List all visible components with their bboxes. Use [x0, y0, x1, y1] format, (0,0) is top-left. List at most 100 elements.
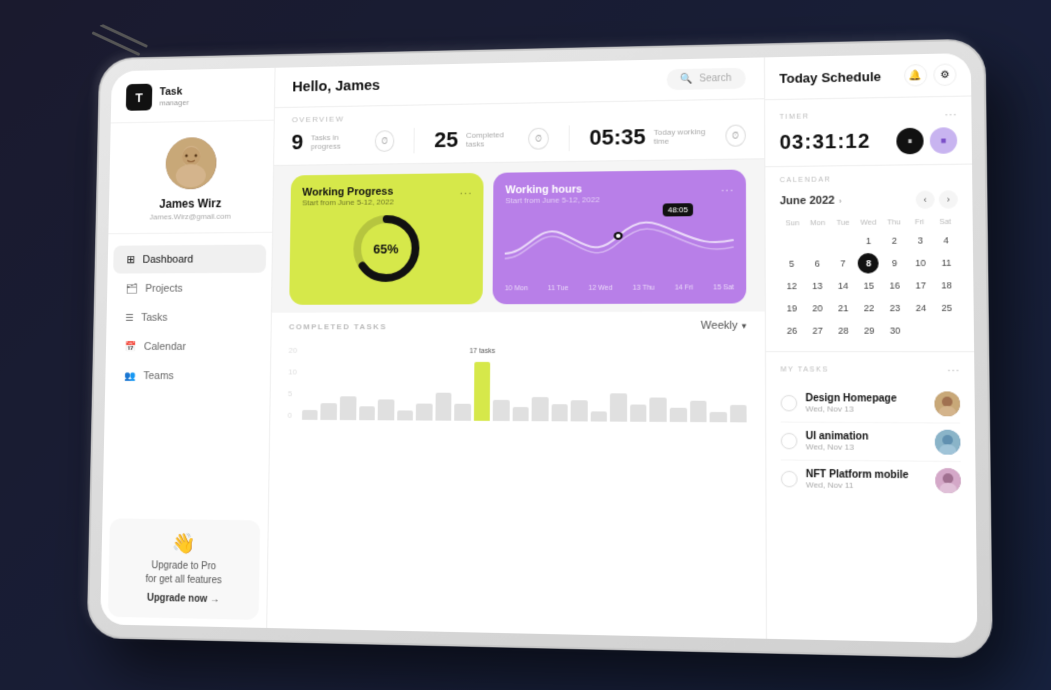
cal-date-27[interactable]: 27 — [807, 321, 828, 341]
logo-icon: T — [125, 84, 152, 111]
cal-date-15[interactable]: 15 — [858, 275, 879, 295]
bar-2 — [339, 396, 355, 420]
working-hours-card: Working hours Start from June 5-12, 2022… — [492, 170, 746, 305]
donut-label: 65% — [373, 241, 398, 256]
tasks-menu[interactable]: ··· — [946, 363, 959, 377]
cal-date-28[interactable]: 28 — [832, 320, 853, 340]
cal-date-30[interactable]: 30 — [884, 320, 905, 341]
cal-date-4[interactable]: 4 — [935, 230, 956, 251]
nav-label-teams: Teams — [143, 370, 174, 382]
nav-menu: ⊞ Dashboard 🗂 Projects ☰ Tasks 📅 Calenda… — [102, 233, 272, 513]
cal-next-button[interactable]: › — [938, 190, 957, 209]
cal-sat: Sat — [932, 217, 958, 226]
cal-date-18[interactable]: 18 — [936, 275, 957, 296]
bar-12 — [531, 397, 548, 422]
x-label-3: 13 Thu — [632, 285, 654, 292]
cal-date-26[interactable]: 26 — [781, 321, 802, 341]
task-avatar-2 — [935, 468, 961, 493]
teams-icon: 👥 — [123, 371, 135, 382]
notification-icon[interactable]: 🔔 — [904, 64, 927, 87]
nav-item-projects[interactable]: 🗂 Projects — [112, 275, 265, 303]
sidebar: T Task manager — [100, 68, 275, 628]
calendar-icon: 📅 — [124, 342, 136, 353]
dashboard-icon: ⊞ — [126, 253, 135, 266]
cal-date-16[interactable]: 16 — [884, 275, 905, 296]
bar-1 — [320, 403, 336, 420]
cal-date-19[interactable]: 19 — [781, 298, 802, 318]
bar-3 — [358, 406, 374, 420]
cal-date-24[interactable]: 24 — [910, 298, 931, 319]
x-label-1: 11 Tue — [547, 285, 568, 292]
cal-date-11[interactable]: 11 — [935, 253, 956, 274]
search-icon: 🔍 — [680, 74, 693, 85]
bar-21 — [709, 411, 726, 422]
nav-item-teams[interactable]: 👥 Teams — [110, 362, 264, 390]
cal-date-12[interactable]: 12 — [781, 276, 802, 296]
stat-working-time: 05:35 Today working time ⏱ — [589, 123, 746, 151]
working-progress-card: Working Progress Start from June 5-12, 2… — [289, 173, 484, 305]
upgrade-button[interactable]: Upgrade now → — [146, 593, 219, 605]
bar-14 — [570, 400, 587, 421]
cal-date-6[interactable]: 6 — [806, 253, 827, 273]
nav-item-calendar[interactable]: 📅 Calendar — [111, 333, 265, 360]
time-label-badge: 48:05 — [662, 203, 692, 216]
task-checkbox-0[interactable] — [780, 395, 797, 411]
nav-item-dashboard[interactable]: ⊞ Dashboard — [113, 245, 266, 274]
user-email: James.Wirz@gmail.com — [149, 212, 230, 221]
search-label: Search — [699, 73, 731, 85]
weekly-filter[interactable]: Weekly ▾ — [700, 320, 745, 332]
bar-18 — [649, 397, 666, 422]
cal-date-2[interactable]: 2 — [883, 230, 904, 251]
task-item-0: Design Homepage Wed, Nov 13 — [780, 385, 960, 424]
cal-date-7[interactable]: 7 — [832, 253, 853, 273]
card-menu-icon-1[interactable]: ··· — [459, 185, 472, 200]
stat-completed: 25 Completed tasks ⏱ — [434, 125, 569, 153]
right-panel: Today Schedule 🔔 ⚙ TIMER ··· 03:31:12 — [763, 53, 977, 644]
stat-value-tasks: 9 — [291, 130, 303, 155]
stop-button[interactable]: ■ — [929, 127, 957, 154]
x-label-5: 15 Sat — [713, 284, 734, 291]
avatar — [165, 137, 217, 190]
overview-label: OVERVIEW — [291, 108, 745, 125]
cal-date-3[interactable]: 3 — [909, 230, 930, 251]
bar-7 — [435, 393, 452, 421]
stat-label-time: Today working time — [653, 127, 716, 146]
main-content: Hello, James 🔍 Search OVERVIEW 9 Tasks i… — [267, 57, 766, 639]
cal-prev-button[interactable]: ‹ — [915, 190, 934, 209]
cal-date-1[interactable]: 1 — [858, 231, 879, 251]
app-title: Task — [159, 86, 189, 98]
card-menu-icon-2[interactable]: ··· — [720, 182, 733, 197]
cal-date-17[interactable]: 17 — [910, 275, 931, 296]
timer-menu[interactable]: ··· — [944, 107, 957, 121]
cal-date-14[interactable]: 14 — [832, 276, 853, 296]
my-tasks-label: MY TASKS — [780, 366, 828, 373]
calendar-section: CALENDAR June 2022 › ‹ › Sun — [765, 165, 974, 353]
task-avatar-0 — [934, 391, 960, 416]
app-logo: T Task manager — [110, 68, 274, 124]
bar-13 — [551, 404, 568, 422]
bar-17 — [630, 404, 647, 422]
user-name: James Wirz — [159, 197, 221, 211]
bar-16 — [610, 393, 627, 421]
cal-date-29[interactable]: 29 — [858, 320, 879, 340]
cal-date-10[interactable]: 10 — [909, 253, 930, 274]
clock-icon-3: ⏱ — [725, 125, 746, 147]
cal-date-25[interactable]: 25 — [936, 298, 957, 319]
nav-label-dashboard: Dashboard — [142, 253, 193, 265]
cal-date-5[interactable]: 5 — [781, 254, 802, 274]
pause-button[interactable]: ⏸ — [896, 128, 923, 155]
bar-20 — [689, 401, 706, 422]
task-name-0: Design Homepage — [805, 393, 926, 405]
task-checkbox-2[interactable] — [780, 471, 797, 488]
cal-date-9[interactable]: 9 — [883, 253, 904, 274]
stat-label-tasks: Tasks in progress — [310, 133, 366, 151]
projects-icon: 🗂 — [125, 284, 137, 295]
search-bar[interactable]: 🔍 Search — [666, 68, 745, 90]
task-checkbox-1[interactable] — [780, 433, 797, 450]
cal-date-13[interactable]: 13 — [807, 276, 828, 296]
upgrade-box: 👋 Upgrade to Pro for get all features Up… — [107, 518, 259, 620]
cal-date-8[interactable]: 8 — [858, 253, 879, 273]
task-item-2: NFT Platform mobile Wed, Nov 11 — [780, 460, 960, 499]
bar-5 — [396, 410, 412, 421]
settings-icon[interactable]: ⚙ — [933, 63, 956, 86]
